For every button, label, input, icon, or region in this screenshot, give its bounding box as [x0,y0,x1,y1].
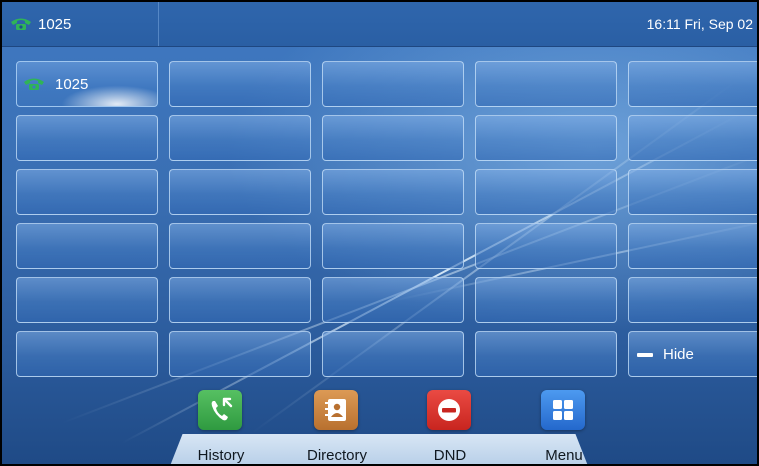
menu-icon [541,390,585,430]
line-key[interactable] [475,223,617,269]
line-key[interactable] [475,115,617,161]
menu-softkey[interactable]: Menu [514,390,614,464]
registered-phone-icon [10,17,32,31]
hide-label: Hide [663,346,694,363]
line-key[interactable] [169,169,311,215]
line-key[interactable] [322,61,464,107]
line-key-label: 1025 [55,76,89,93]
line-status[interactable]: 1025 [2,2,159,46]
line-number: 1025 [38,15,72,33]
line-key[interactable] [628,115,757,161]
line-key[interactable] [16,331,158,377]
line-key[interactable] [169,223,311,269]
line-key[interactable] [16,223,158,269]
history-label: History [197,447,245,464]
line-key-grid: 1025 Hide [16,61,757,381]
minus-icon [637,353,653,357]
line-key[interactable] [16,169,158,215]
line-key[interactable] [322,115,464,161]
line-key[interactable] [628,169,757,215]
directory-icon [314,390,358,430]
line-key[interactable] [475,61,617,107]
line-key[interactable] [322,277,464,323]
line-key[interactable] [169,115,311,161]
line-key[interactable] [475,277,617,323]
line-key[interactable] [322,169,464,215]
status-bar: 1025 16:11 Fri, Sep 02 [2,2,757,47]
line-key[interactable] [322,331,464,377]
directory-label: Directory [306,447,367,464]
dnd-softkey[interactable]: DND [400,390,500,464]
line-key[interactable] [628,61,757,107]
dnd-label: DND [433,447,467,464]
phone-screen-frame: 1025 16:11 Fri, Sep 02 1025 Hide History… [0,0,759,466]
menu-label: Menu [545,447,583,464]
registered-phone-icon [23,77,45,91]
line-key[interactable] [169,331,311,377]
line-key-1025[interactable]: 1025 [16,61,158,107]
datetime: 16:11 Fri, Sep 02 [646,16,753,32]
dnd-icon [427,390,471,430]
line-key[interactable] [169,277,311,323]
directory-softkey[interactable]: Directory [287,390,387,464]
line-key[interactable] [628,223,757,269]
history-softkey[interactable]: History [171,390,271,464]
line-key[interactable] [169,61,311,107]
line-key[interactable] [16,115,158,161]
line-key[interactable] [475,331,617,377]
hide-key[interactable]: Hide [628,331,757,377]
line-key[interactable] [628,277,757,323]
line-key[interactable] [322,223,464,269]
line-key[interactable] [475,169,617,215]
home-screen: 1025 16:11 Fri, Sep 02 1025 Hide History… [2,2,757,464]
line-key[interactable] [16,277,158,323]
history-icon [198,390,242,430]
